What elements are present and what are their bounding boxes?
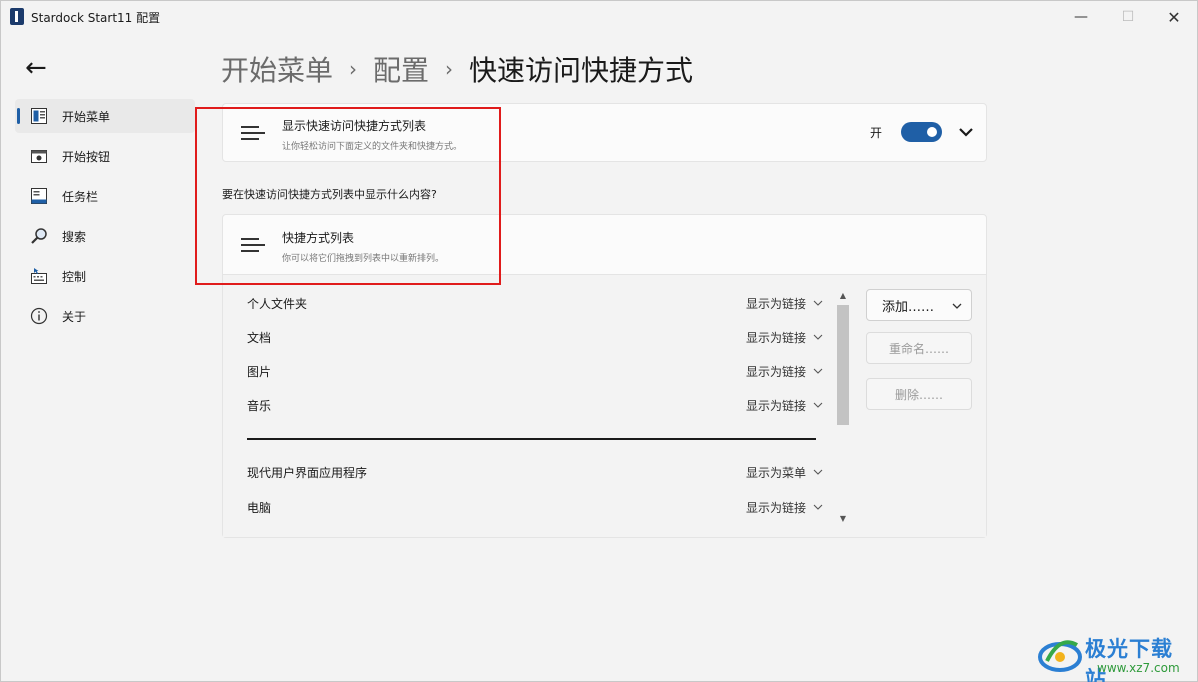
add-button-label: 添加…… [881,299,934,315]
list-item-name: 音乐 [247,398,272,413]
show-list-card: 显示快速访问快捷方式列表 让你轻松访问下面定义的文件夹和快捷方式。 开 [222,103,987,162]
sidebar-item-start-button[interactable]: 开始按钮 [15,139,195,173]
list-item-display-mode[interactable]: 显示为链接 [746,329,806,346]
watermark-url: www.xz7.com [1097,661,1180,675]
back-button[interactable]: ← [25,55,55,81]
section-question: 要在快速访问快捷方式列表中显示什么内容? [222,188,437,201]
list-item[interactable]: 电脑 显示为链接 [247,495,824,519]
shortcut-list-card: 快捷方式列表 你可以将它们拖拽到列表中以重新排列。 个人文件夹 显示为链接 文档… [222,214,987,538]
add-button[interactable]: 添加…… [866,289,972,321]
close-button[interactable]: ✕ [1151,1,1197,33]
shortcut-list-title: 快捷方式列表 [282,231,355,245]
chevron-down-icon[interactable] [812,501,824,513]
maximize-button[interactable]: ☐ [1105,1,1151,33]
start-button-icon [29,146,49,166]
breadcrumb: 开始菜单 › 配置 › 快速访问快捷方式 [221,49,693,89]
rename-button[interactable]: 重命名…… [866,332,972,364]
scrollbar-thumb[interactable] [837,305,849,425]
shortcut-list-description: 你可以将它们拖拽到列表中以重新排列。 [282,254,445,264]
list-item[interactable]: 图片 显示为链接 [247,359,824,383]
window-title: Stardock Start11 配置 [31,11,161,25]
list-item-name: 现代用户界面应用程序 [247,465,368,480]
show-list-toggle[interactable] [901,122,942,142]
list-item[interactable]: 现代用户界面应用程序 显示为菜单 [247,460,824,484]
sidebar-item-label: 搜索 [62,229,87,244]
watermark-logo-icon [1038,640,1082,672]
shortcut-list: 个人文件夹 显示为链接 文档 显示为链接 图片 显示为链接 音乐 显示为链接 现… [223,274,986,537]
show-list-description: 让你轻松访问下面定义的文件夹和快捷方式。 [282,142,463,152]
sidebar-item-label: 控制 [62,269,87,284]
list-lines-icon [241,126,265,140]
show-list-title: 显示快速访问快捷方式列表 [282,119,427,133]
list-item[interactable]: 音乐 显示为链接 [247,393,824,417]
list-item-display-mode[interactable]: 显示为链接 [746,397,806,414]
title-bar: Stardock Start11 配置 — ☐ ✕ [1,1,1197,33]
list-item-display-mode[interactable]: 显示为链接 [746,295,806,312]
breadcrumb-start-menu[interactable]: 开始菜单 [221,49,333,89]
chevron-down-icon[interactable] [812,365,824,377]
breadcrumb-config[interactable]: 配置 [373,49,429,89]
list-item[interactable]: 个人文件夹 显示为链接 [247,291,824,315]
list-item-name: 图片 [247,364,272,379]
list-item-name: 文档 [247,330,272,345]
list-item-display-mode[interactable]: 显示为菜单 [746,464,806,481]
sidebar: 开始菜单 开始按钮 任务栏 搜索 控制 关于 [15,99,195,339]
chevron-down-icon[interactable] [812,297,824,309]
info-icon [29,306,49,326]
scroll-down-icon[interactable]: ▼ [838,514,848,524]
sidebar-item-search[interactable]: 搜索 [15,219,195,253]
minimize-button[interactable]: — [1058,1,1104,33]
chevron-down-icon[interactable] [812,466,824,478]
list-item-name: 电脑 [247,500,272,515]
chevron-down-icon [952,303,962,309]
page-title: 快速访问快捷方式 [469,54,694,87]
sidebar-item-control[interactable]: 控制 [15,259,195,293]
sidebar-item-label: 任务栏 [62,189,99,204]
sidebar-item-taskbar[interactable]: 任务栏 [15,179,195,213]
app-logo-icon [10,8,24,25]
chevron-down-icon[interactable] [956,122,976,142]
breadcrumb-separator: › [349,57,358,81]
sidebar-item-label: 开始按钮 [62,149,111,164]
sidebar-item-start-menu[interactable]: 开始菜单 [15,99,195,133]
list-item-display-mode[interactable]: 显示为链接 [746,499,806,516]
taskbar-icon [29,186,49,206]
list-item-name: 个人文件夹 [247,296,308,311]
list-scrollbar[interactable]: ▲ ▼ [835,289,851,526]
sidebar-item-label: 开始菜单 [62,109,111,124]
toggle-state-label: 开 [870,126,883,140]
start-menu-icon [29,106,49,126]
sidebar-item-about[interactable]: 关于 [15,299,195,333]
list-separator[interactable] [247,438,816,440]
list-item[interactable]: 文档 显示为链接 [247,325,824,349]
control-icon [29,266,49,286]
chevron-down-icon[interactable] [812,331,824,343]
chevron-down-icon[interactable] [812,399,824,411]
delete-button[interactable]: 删除…… [866,378,972,410]
sidebar-item-label: 关于 [62,309,87,324]
watermark: 极光下载站 www.xz7.com [1037,631,1193,682]
list-item-display-mode[interactable]: 显示为链接 [746,363,806,380]
search-icon [29,226,49,246]
scroll-up-icon[interactable]: ▲ [838,291,848,301]
list-lines-icon [241,238,265,252]
breadcrumb-separator: › [445,57,454,81]
